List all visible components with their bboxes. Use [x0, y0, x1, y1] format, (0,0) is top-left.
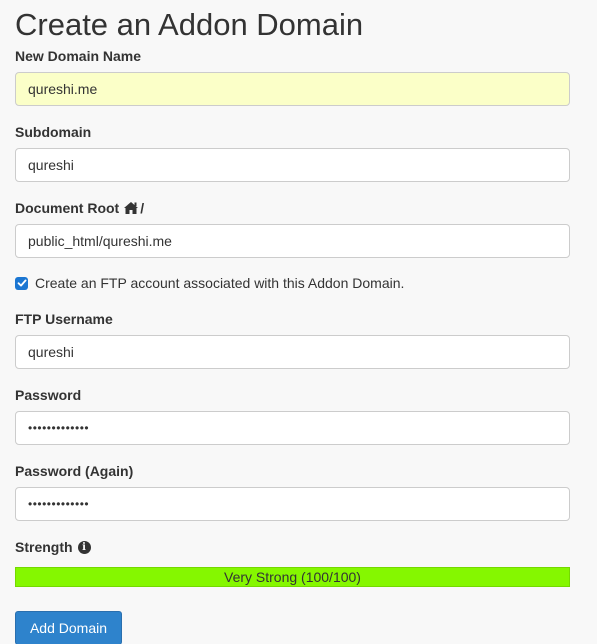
addon-domain-form: Create an Addon Domain New Domain Name q… — [0, 0, 597, 644]
ftp-username-input[interactable]: qureshi — [15, 335, 570, 369]
ftp-username-value: qureshi — [28, 344, 74, 360]
ftp-username-group: FTP Username qureshi — [15, 309, 582, 369]
new-domain-input[interactable]: qureshi.me — [15, 72, 570, 106]
ftp-username-label: FTP Username — [15, 311, 113, 327]
add-domain-button[interactable]: Add Domain — [15, 611, 122, 644]
password-again-value: ••••••••••••• — [28, 497, 90, 511]
page-title: Create an Addon Domain — [15, 7, 364, 42]
password-group: Password ••••••••••••• — [15, 385, 582, 445]
document-root-value: public_html/qureshi.me — [28, 233, 172, 249]
strength-text: Very Strong (100/100) — [224, 569, 361, 585]
document-root-suffix: / — [140, 200, 145, 216]
home-icon — [123, 201, 139, 215]
password-input[interactable]: ••••••••••••• — [15, 411, 570, 445]
ftp-checkbox[interactable] — [15, 276, 28, 290]
info-icon[interactable]: i — [77, 540, 91, 554]
new-domain-label: New Domain Name — [15, 48, 142, 64]
subdomain-value: qureshi — [28, 157, 74, 173]
ftp-checkbox-label: Create an FTP account associated with th… — [35, 275, 405, 291]
subdomain-group: Subdomain qureshi — [15, 122, 582, 182]
password-value: ••••••••••••• — [28, 421, 90, 435]
subdomain-input[interactable]: qureshi — [15, 148, 570, 182]
new-domain-group: New Domain Name qureshi.me — [15, 46, 582, 106]
strength-label: Strength — [15, 539, 73, 555]
ftp-checkbox-row[interactable]: Create an FTP account associated with th… — [15, 274, 582, 292]
document-root-input[interactable]: public_html/qureshi.me — [15, 224, 570, 258]
password-again-group: Password (Again) ••••••••••••• — [15, 461, 582, 521]
strength-meter: Very Strong (100/100) — [15, 567, 570, 587]
document-root-label-row: Document Root / — [15, 198, 582, 218]
strength-label-row: Strength i — [15, 537, 582, 557]
subdomain-label: Subdomain — [15, 124, 92, 140]
strength-group: Strength i Very Strong (100/100) — [15, 537, 582, 587]
password-again-label: Password (Again) — [15, 463, 134, 479]
password-label: Password — [15, 387, 82, 403]
password-again-input[interactable]: ••••••••••••• — [15, 487, 570, 521]
new-domain-value: qureshi.me — [28, 81, 98, 97]
document-root-label: Document Root — [15, 200, 120, 216]
document-root-group: Document Root / public_html/qureshi.me — [15, 198, 582, 258]
